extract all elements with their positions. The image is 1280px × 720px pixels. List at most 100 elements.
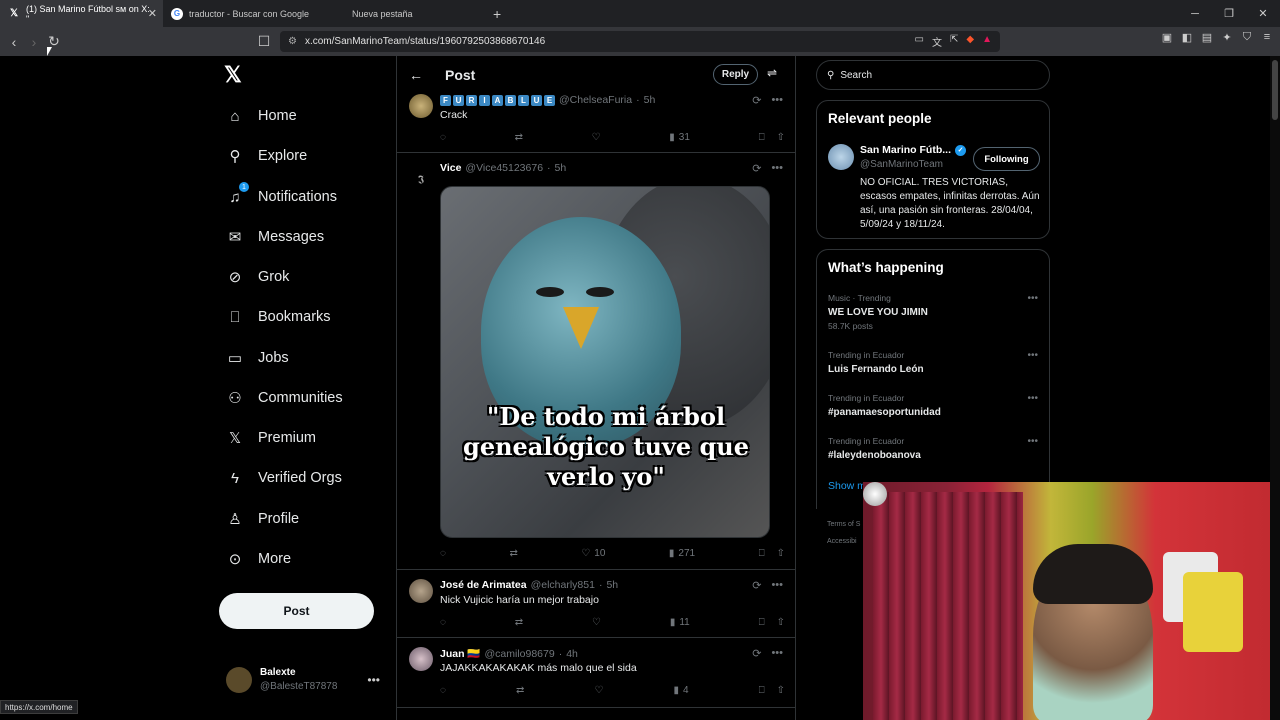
nav-explore[interactable]: ⚲ Explore [226, 140, 308, 172]
footer-link[interactable]: Terms of S [827, 521, 860, 528]
reply-button[interactable]: Reply [713, 64, 758, 85]
nav-jobs[interactable]: ▭ Jobs [226, 342, 289, 374]
more-dots-icon[interactable]: ••• [1027, 393, 1038, 404]
nav-more[interactable]: ⊙ More [226, 543, 291, 575]
handle[interactable]: @Vice45123676 [465, 162, 543, 174]
nav-grok[interactable]: ⊘ Grok [226, 261, 290, 293]
browser-tab-new[interactable]: Nueva pestaña [326, 0, 489, 27]
retweet-icon[interactable]: ⇄ [516, 685, 524, 696]
leo-icon[interactable]: ✦ [1220, 31, 1234, 44]
more-dots-icon[interactable]: ••• [1027, 350, 1038, 361]
nav-verified-orgs[interactable]: ϟ Verified Orgs [226, 462, 342, 494]
display-name[interactable]: Vice [440, 162, 461, 174]
more-dots-icon[interactable]: ••• [771, 579, 783, 592]
rewards-icon[interactable]: ▲ [982, 34, 992, 49]
trend-item[interactable]: Trending in Ecuador #panamaesoportunidad… [828, 393, 1038, 418]
reply-tweet[interactable]: José de Arimatea @elcharly851 · 5h ⟳ •••… [397, 570, 795, 638]
reply-icon[interactable]: ◌ [440, 132, 446, 143]
post-button[interactable]: Post [219, 593, 374, 629]
back-arrow-icon[interactable]: ‹ [4, 32, 24, 52]
nav-bookmarks[interactable]: ⎕ Bookmarks [226, 301, 330, 333]
reply-icon[interactable]: ◌ [440, 685, 446, 696]
avatar[interactable] [409, 94, 433, 118]
bookmark-icon[interactable]: ⎕ [759, 617, 765, 628]
views-stat[interactable]: ▮ 31 [669, 132, 690, 143]
cast-icon[interactable]: ▭ [915, 34, 924, 49]
search-box[interactable]: ⚲ [816, 60, 1050, 90]
more-dots-icon[interactable]: ••• [367, 673, 380, 687]
reply-icon[interactable]: ◌ [440, 617, 446, 628]
bookmark-icon[interactable]: ⎕ [759, 548, 765, 559]
share-icon[interactable]: ⇧ [777, 548, 785, 559]
share-icon[interactable]: ⇱ [950, 34, 958, 49]
avatar[interactable] [828, 144, 854, 170]
nav-communities[interactable]: ⚇ Communities [226, 382, 342, 414]
like-icon[interactable]: ♡ [594, 685, 603, 696]
like-icon[interactable]: ♡ [592, 617, 601, 628]
browser-tab-google[interactable]: G traductor - Buscar con Google [163, 0, 326, 27]
more-dots-icon[interactable]: ••• [771, 162, 783, 175]
x-logo-icon[interactable]: 𝕏 [224, 62, 242, 88]
url-field[interactable]: ⚙ x.com/SanMarinoTeam/status/19607925038… [280, 31, 1000, 52]
account-switcher[interactable]: Balexte @BalesteT87878 ••• [226, 666, 386, 694]
translate-icon[interactable]: 文 [932, 34, 942, 49]
site-info-icon[interactable]: ⚙ [288, 36, 297, 47]
grok-icon[interactable]: ⟳ [752, 579, 761, 592]
trend-item[interactable]: Music · Trending WE LOVE YOU JIMIN 58.7K… [828, 293, 1038, 331]
more-dots-icon[interactable]: ••• [1027, 293, 1038, 304]
avatar[interactable] [409, 647, 433, 671]
more-dots-icon[interactable]: ••• [771, 94, 783, 107]
trend-item[interactable]: Trending in Ecuador Luis Fernando León •… [828, 350, 1038, 375]
brave-shield-icon[interactable]: ◆ [966, 34, 974, 49]
handle[interactable]: @camilo98679 [485, 648, 555, 660]
views-stat[interactable]: ▮ 271 [669, 548, 695, 559]
more-dots-icon[interactable]: ••• [771, 647, 783, 660]
retweet-icon[interactable]: ⇄ [515, 617, 523, 628]
forward-arrow-icon[interactable]: › [24, 32, 44, 52]
display-name[interactable]: FURIABLUE [440, 94, 555, 106]
menu-icon[interactable]: ≡ [1260, 31, 1274, 44]
bookmark-icon[interactable]: ⎕ [759, 685, 765, 696]
handle[interactable]: @elcharly851 [531, 579, 595, 591]
like-icon[interactable]: ♡ [592, 132, 601, 143]
search-input[interactable] [840, 69, 1021, 81]
handle[interactable]: @ChelseaFuria [559, 94, 632, 106]
grok-icon[interactable]: ⟳ [752, 647, 761, 660]
share-icon[interactable]: ⇧ [777, 685, 785, 696]
maximize-icon[interactable]: ❐ [1212, 0, 1246, 27]
share-icon[interactable]: ⇧ [777, 617, 785, 628]
reader-icon[interactable]: ▣ [1160, 31, 1174, 44]
trend-item[interactable]: Trending in Ecuador #laleydenoboanova ••… [828, 436, 1038, 461]
vpn-icon[interactable]: ⛉ [1240, 31, 1254, 44]
meme-image[interactable]: "De todo mi árbol genealógico tuve que v… [440, 186, 770, 538]
like-stat[interactable]: ♡ 10 [581, 548, 605, 559]
timestamp[interactable]: 5h [644, 94, 656, 106]
minimize-icon[interactable]: ─ [1178, 0, 1212, 27]
nav-profile[interactable]: ♙ Profile [226, 503, 299, 535]
back-arrow-icon[interactable]: ← [409, 67, 423, 83]
bookmark-icon[interactable]: ⎕ [759, 132, 765, 143]
retweet-icon[interactable]: ⇄ [509, 548, 517, 559]
avatar[interactable] [409, 579, 433, 603]
reply-tweet[interactable]: FURIABLUE @ChelseaFuria · 5h ⟳ ••• Crack… [397, 94, 795, 153]
sidebar-icon[interactable]: ◧ [1180, 31, 1194, 44]
close-icon[interactable]: ✕ [148, 7, 157, 20]
avatar[interactable]: 𝕵 [409, 167, 433, 191]
close-window-icon[interactable]: ✕ [1246, 0, 1280, 27]
timestamp[interactable]: 4h [566, 648, 578, 660]
reply-tweet[interactable]: 𝕵 Vice @Vice45123676 · 5h ⟳ ••• "De todo… [397, 153, 795, 570]
browser-tab-x[interactable]: 𝕏 (1) San Marino Fútbol sм on X: " ✕ [0, 0, 163, 27]
bookmark-page-icon[interactable]: ☐ [254, 32, 274, 52]
retweet-icon[interactable]: ⇄ [515, 132, 523, 143]
new-tab-icon[interactable]: + [493, 6, 501, 22]
views-stat[interactable]: ▮ 11 [670, 617, 690, 628]
grok-icon[interactable]: ⟳ [752, 162, 761, 175]
timestamp[interactable]: 5h [555, 162, 567, 174]
nav-messages[interactable]: ✉ Messages [226, 221, 324, 253]
filter-icon[interactable]: ⇌ [767, 66, 777, 80]
more-dots-icon[interactable]: ••• [1027, 436, 1038, 447]
footer-link[interactable]: Accessibi [827, 538, 857, 545]
display-name[interactable]: José de Arimatea [440, 579, 527, 591]
reply-tweet[interactable]: Juan 🇨🇴 @camilo98679 · 4h ⟳ ••• JAJAKKAK… [397, 638, 795, 708]
nav-home[interactable]: ⌂ Home [226, 100, 296, 132]
